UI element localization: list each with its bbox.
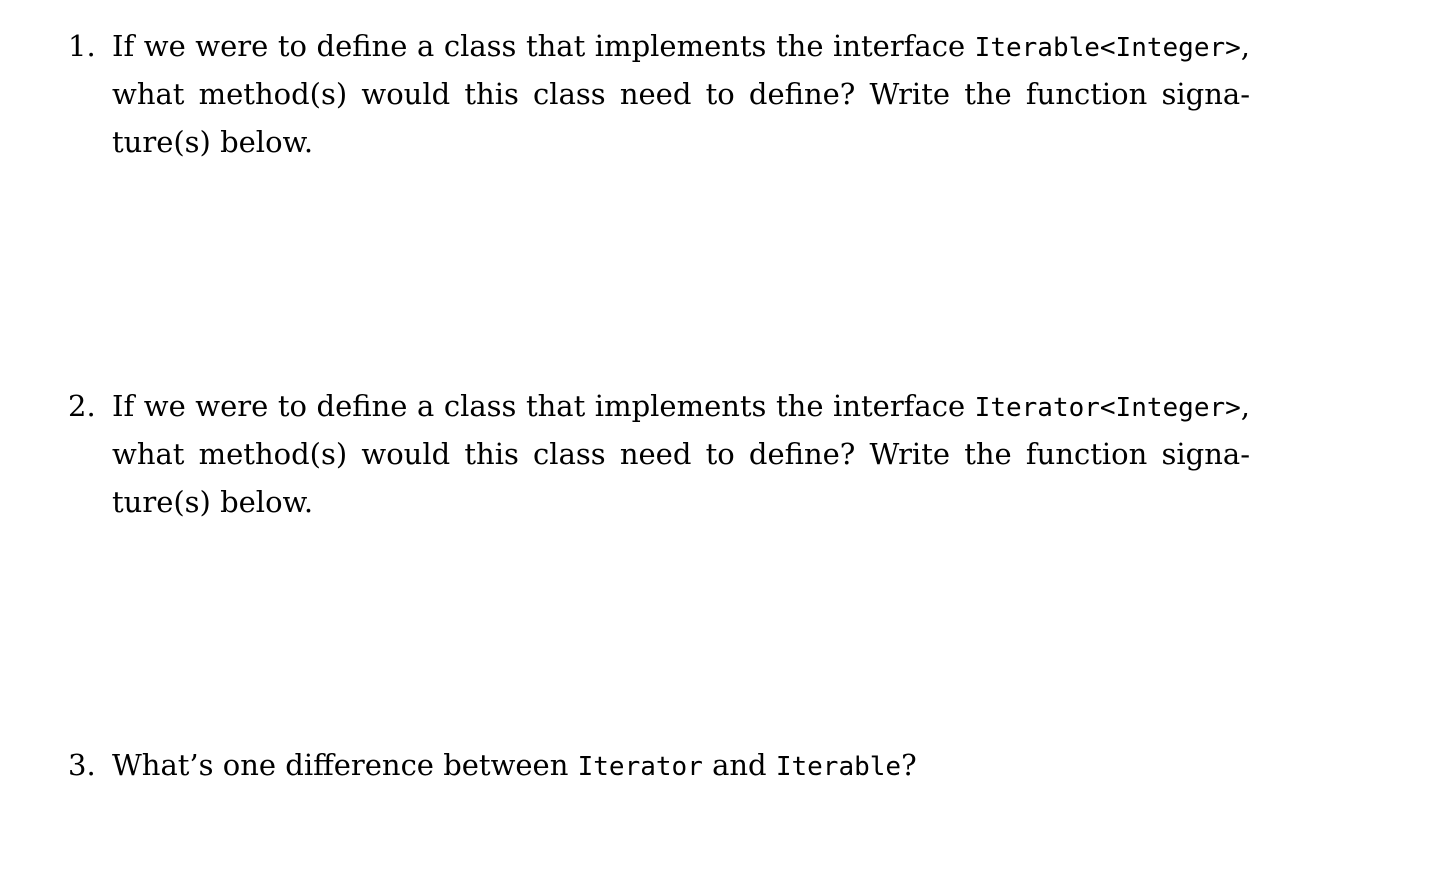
code-inline: Iterator [577,752,703,782]
question-text-line: what method(s) would this class need to … [112,437,1250,471]
question-text-line: If we were to define a class that implem… [112,22,1250,72]
code-inline: Iterable<Integer> [974,33,1241,63]
question-text: If we were to define a class that implem… [112,389,975,423]
question-text-line: ture(s) below. [112,485,314,519]
question-text: ? [901,748,917,782]
question-text-line: If we were to define a class that implem… [112,382,1250,432]
question-text-line: what method(s) would this class need to … [112,77,1250,111]
question-text: If we were to define a class that implem… [112,29,975,63]
question-text: What’s one difference between [112,748,578,782]
question-text: and [702,748,776,782]
question-number: 2. [68,389,96,423]
question-text-line: ture(s) below. [112,125,314,159]
question-number: 3. [68,748,96,782]
code-inline: Iterator<Integer> [974,393,1241,423]
question-text: , [1240,29,1250,63]
question-number: 1. [68,29,96,63]
question-text-line: What’s one difference between Iterator a… [112,741,917,791]
question-text: , [1240,389,1250,423]
code-inline: Iterable [775,752,902,782]
